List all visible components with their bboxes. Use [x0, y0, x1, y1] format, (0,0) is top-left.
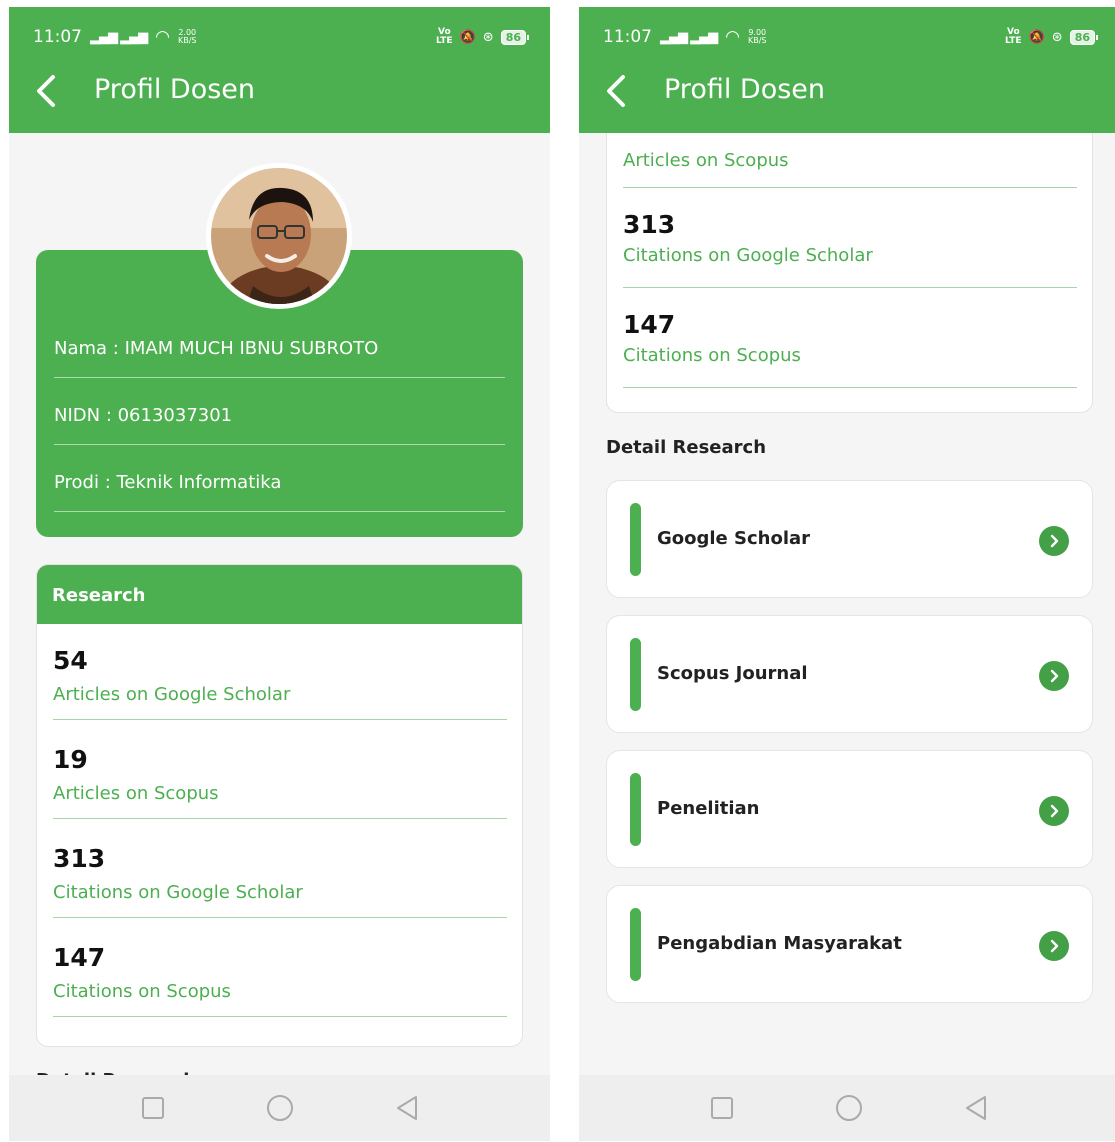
- stat-item: 19 Articles on Scopus: [53, 723, 507, 819]
- detail-item-label: Pengabdian Masyarakat: [657, 933, 902, 954]
- triangle-back-icon: [965, 1096, 986, 1120]
- system-nav-bar: [579, 1075, 1115, 1141]
- detail-item-penelitian[interactable]: Penelitian: [606, 750, 1093, 868]
- accent-bar: [630, 503, 641, 576]
- back-button[interactable]: [29, 71, 63, 111]
- square-icon: [141, 1097, 164, 1119]
- research-card-scrolled: 19 Articles on Scopus 313 Citations on G…: [606, 87, 1093, 413]
- phone-screen-left: 11:07 ▂▄▆ ▂▄▆ ◠ 2.00 KB/S Vo LTE 🔕 ⊛ 86 Pr…: [9, 7, 550, 1141]
- detail-item-label: Penelitian: [657, 798, 760, 819]
- page-title: Profil Dosen: [664, 74, 826, 105]
- stat-item: 147 Citations on Scopus: [53, 921, 507, 1017]
- stat-value: 313: [623, 210, 676, 239]
- stat-label: Citations on Scopus: [53, 981, 231, 1002]
- signal-icon: ▂▄▆ ▂▄▆: [90, 29, 148, 45]
- status-bar: 11:07 ▂▄▆ ▂▄▆ ◠ 9.00 KB/S Vo LTE 🔕 ⊛ 86: [603, 25, 1099, 49]
- detail-item-label: Scopus Journal: [657, 663, 808, 684]
- stat-value: 147: [53, 943, 106, 972]
- accent-bar: [630, 638, 641, 711]
- detail-item-pengabdian-masyarakat[interactable]: Pengabdian Masyarakat: [606, 885, 1093, 1003]
- stat-label: Citations on Google Scholar: [53, 882, 303, 903]
- page-title: Profil Dosen: [94, 74, 256, 105]
- wifi-icon: ◠: [725, 27, 740, 47]
- circle-icon: [266, 1095, 293, 1121]
- profile-name: Nama : IMAM MUCH IBNU SUBROTO: [54, 338, 505, 378]
- accent-bar: [630, 908, 641, 981]
- app-bar: 11:07 ▂▄▆ ▂▄▆ ◠ 2.00 KB/S Vo LTE 🔕 ⊛ 86 Pr…: [9, 7, 550, 133]
- circle-icon: [835, 1095, 862, 1121]
- detail-item-label: Google Scholar: [657, 528, 811, 549]
- nav-home-button[interactable]: [834, 1093, 864, 1123]
- square-icon: [711, 1097, 734, 1119]
- profile-photo: [211, 168, 347, 304]
- stat-value: 19: [53, 745, 88, 774]
- stat-value: 147: [623, 310, 676, 339]
- avatar: [206, 163, 352, 309]
- chevron-right-circle-icon[interactable]: [1039, 796, 1069, 826]
- stat-label: Citations on Google Scholar: [623, 245, 873, 266]
- chevron-right-circle-icon[interactable]: [1039, 931, 1069, 961]
- nav-back-button[interactable]: [392, 1093, 422, 1123]
- stat-item: 313 Citations on Google Scholar: [53, 822, 507, 918]
- system-nav-bar: [9, 1075, 550, 1141]
- chevron-right-circle-icon[interactable]: [1039, 526, 1069, 556]
- status-time: 11:07: [33, 27, 82, 47]
- signal-icon: ▂▄▆ ▂▄▆: [660, 29, 718, 45]
- status-time: 11:07: [603, 27, 652, 47]
- net-speed: 9.00 KB/S: [747, 28, 767, 45]
- stat-label: Articles on Scopus: [623, 150, 789, 171]
- lock-rotation-icon: ⊛: [482, 29, 494, 45]
- stat-label: Articles on Google Scholar: [53, 684, 291, 705]
- back-button[interactable]: [599, 71, 633, 111]
- volte-icon: Vo LTE: [436, 27, 453, 46]
- stat-label: Articles on Scopus: [53, 783, 219, 804]
- detail-research-title: Detail Research: [606, 437, 767, 458]
- stat-label: Citations on Scopus: [623, 345, 801, 366]
- nav-recent-button[interactable]: [707, 1093, 737, 1123]
- stat-value: 313: [53, 844, 106, 873]
- triangle-back-icon: [396, 1096, 417, 1120]
- wifi-icon: ◠: [155, 27, 170, 47]
- net-speed: 2.00 KB/S: [177, 28, 197, 45]
- chevron-left-icon: [607, 75, 625, 107]
- bell-off-icon: 🔕: [1028, 29, 1045, 45]
- research-card: Research 54 Articles on Google Scholar 1…: [36, 564, 523, 1047]
- nav-back-button[interactable]: [961, 1093, 991, 1123]
- stat-value: 54: [53, 646, 88, 675]
- detail-item-scopus-journal[interactable]: Scopus Journal: [606, 615, 1093, 733]
- volte-icon: Vo LTE: [1005, 27, 1022, 46]
- stat-item: 54 Articles on Google Scholar: [53, 624, 507, 720]
- accent-bar: [630, 773, 641, 846]
- status-bar: 11:07 ▂▄▆ ▂▄▆ ◠ 2.00 KB/S Vo LTE 🔕 ⊛ 86: [33, 25, 530, 49]
- stat-item: 313 Citations on Google Scholar: [623, 188, 1077, 288]
- detail-item-google-scholar[interactable]: Google Scholar: [606, 480, 1093, 598]
- chevron-left-icon: [37, 75, 55, 107]
- battery-icon: 86: [500, 29, 530, 45]
- phone-screen-right: 19 Articles on Scopus 313 Citations on G…: [579, 7, 1115, 1141]
- nav-recent-button[interactable]: [138, 1093, 168, 1123]
- chevron-right-circle-icon[interactable]: [1039, 661, 1069, 691]
- research-header: Research: [37, 565, 522, 624]
- lock-rotation-icon: ⊛: [1051, 29, 1063, 45]
- stat-item: 147 Citations on Scopus: [623, 288, 1077, 388]
- nav-home-button[interactable]: [265, 1093, 295, 1123]
- profile-nidn: NIDN : 0613037301: [54, 405, 505, 445]
- bell-off-icon: 🔕: [459, 29, 476, 45]
- battery-icon: 86: [1069, 29, 1099, 45]
- profile-prodi: Prodi : Teknik Informatika: [54, 472, 505, 512]
- app-bar: 11:07 ▂▄▆ ▂▄▆ ◠ 9.00 KB/S Vo LTE 🔕 ⊛ 86 Pr…: [579, 7, 1115, 133]
